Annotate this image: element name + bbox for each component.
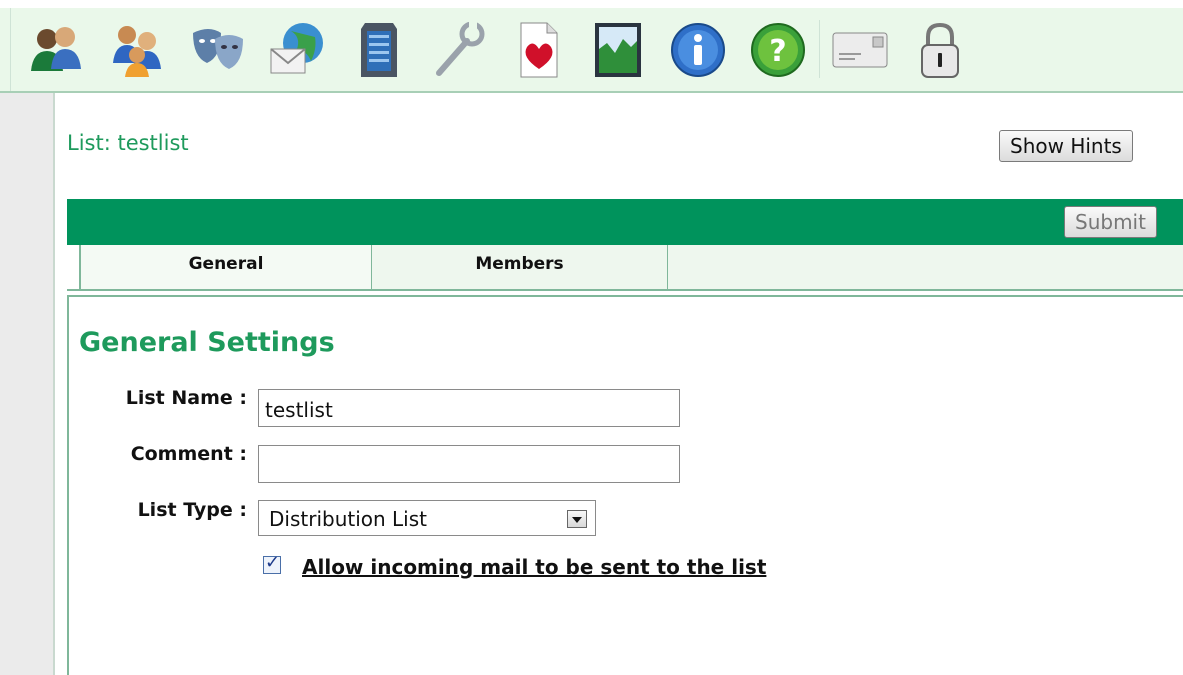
- left-gutter: [0, 93, 55, 675]
- section-title: General Settings: [79, 327, 335, 358]
- toolbar-separator: [819, 20, 820, 78]
- server-icon[interactable]: [347, 19, 409, 81]
- logout-lock-icon[interactable]: [909, 19, 971, 81]
- favorites-icon[interactable]: [507, 19, 569, 81]
- main-panel: List: testlist Show Hints Submit General…: [57, 95, 1183, 675]
- allow-incoming-label[interactable]: Allow incoming mail to be sent to the li…: [302, 555, 766, 579]
- users-icon[interactable]: [25, 19, 87, 81]
- list-name-label: List Name :: [125, 387, 247, 409]
- groups-icon[interactable]: [107, 19, 169, 81]
- tab-bar-edge: [67, 245, 81, 289]
- info-icon[interactable]: [667, 19, 729, 81]
- list-type-label: List Type :: [137, 499, 247, 521]
- list-type-select[interactable]: Distribution List: [258, 500, 596, 536]
- comment-label: Comment :: [130, 443, 247, 465]
- comment-input[interactable]: [258, 445, 680, 483]
- tab-bar: General Members: [67, 245, 1183, 291]
- tab-general[interactable]: General: [81, 245, 372, 289]
- page-title: List: testlist: [67, 131, 189, 155]
- tab-members[interactable]: Members: [372, 245, 668, 289]
- list-name-input[interactable]: [258, 389, 680, 427]
- submit-button[interactable]: Submit: [1064, 206, 1157, 238]
- aliases-icon[interactable]: [187, 19, 249, 81]
- main-toolbar: ?: [0, 0, 1183, 93]
- domains-icon[interactable]: [267, 19, 329, 81]
- show-hints-button[interactable]: Show Hints: [999, 130, 1133, 162]
- chevron-down-icon[interactable]: [567, 510, 587, 528]
- mailbox-icon[interactable]: [829, 19, 891, 81]
- list-type-value: Distribution List: [269, 507, 427, 531]
- tools-icon[interactable]: [427, 19, 489, 81]
- action-bar: Submit: [67, 199, 1183, 245]
- toolbar-icon-strip: ?: [10, 8, 1183, 91]
- allow-incoming-checkbox[interactable]: [263, 552, 281, 574]
- svg-text:?: ?: [769, 34, 786, 69]
- help-icon[interactable]: ?: [747, 19, 809, 81]
- statistics-icon[interactable]: [587, 19, 649, 81]
